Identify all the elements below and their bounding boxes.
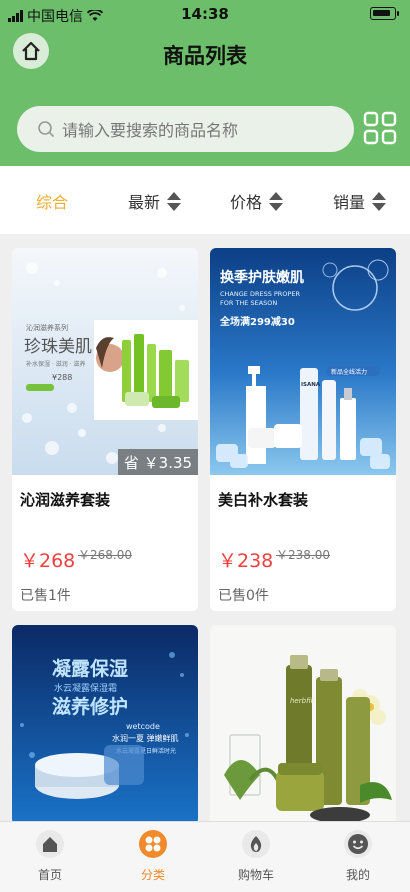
image-brand-text: herbfill [290, 697, 315, 705]
sort-label: 销量 [333, 193, 366, 212]
product-card[interactable]: herbfill [210, 625, 396, 825]
cart-icon [242, 830, 270, 858]
image-line2-text: 水云凝露保湿霜 [54, 682, 117, 694]
image-brand-text: 珍珠美肌 [24, 337, 92, 357]
product-image: herbfill [210, 625, 396, 825]
product-name: 沁润滋养套装 [20, 491, 111, 509]
app-header: 中国电信 14:38 商品列表 请输入要搜索的商品名称 [0, 0, 410, 166]
product-card[interactable]: 沁润滋养系列 珍珠美肌 补水保湿 · 滋润 · 滋养 ¥288 省 ￥3.35 … [12, 248, 198, 611]
image-brand-text: ISANA [301, 382, 321, 388]
discount-badge: 省 ￥3.35 [118, 449, 198, 475]
status-time: 14:38 [181, 5, 229, 23]
image-promo-text: 全场满299减30 [219, 315, 295, 328]
product-image: 换季护肤嫩肌 CHANGE DRESS PROPER FOR THE SEASO… [210, 248, 396, 475]
sort-comprehensive[interactable]: 综合 [36, 188, 68, 214]
home-icon [36, 830, 64, 858]
tab-label: 购物车 [237, 868, 274, 882]
bottom-tab-bar: 首页 分类 购物车 我的 [0, 821, 410, 892]
category-icon [139, 830, 167, 858]
tab-label: 我的 [345, 868, 370, 882]
sort-arrows-icon [269, 191, 284, 211]
image-series-text: 沁润滋养系列 [26, 323, 68, 332]
page-title: 商品列表 [163, 44, 247, 68]
product-card[interactable]: 凝露保湿 水云凝露保湿霜 滋养修护 wetcode 水润一夏 弹嫩鲜肌 水云凝露… [12, 625, 198, 825]
sort-sales[interactable]: 销量 [333, 188, 387, 214]
image-line3-text: 滋养修护 [52, 695, 128, 718]
image-tag-text: 新品全线活力 [331, 368, 367, 376]
battery-icon [370, 7, 399, 20]
image-en1-text: CHANGE DRESS PROPER [220, 290, 300, 298]
product-price: ￥268 [20, 550, 76, 572]
image-en2-text: FOR THE SEASON [220, 299, 277, 307]
grid-view-icon[interactable] [362, 110, 398, 146]
search-placeholder: 请输入要搜索的商品名称 [62, 121, 239, 140]
sold-count: 已售1件 [20, 588, 71, 604]
search-input[interactable]: 请输入要搜索的商品名称 [17, 106, 354, 152]
original-price: ￥268.00 [78, 548, 132, 562]
image-line1-text: 凝露保湿 [52, 657, 128, 680]
sort-bar: 综合 最新 价格 销量 [0, 166, 410, 234]
image-line4-text: 水润一夏 弹嫩鲜肌 [112, 733, 179, 743]
image-headline-text: 换季护肤嫩肌 [220, 269, 304, 286]
tab-label: 首页 [37, 868, 62, 882]
product-image: 沁润滋养系列 珍珠美肌 补水保湿 · 滋润 · 滋养 ¥288 [12, 248, 198, 475]
tab-home[interactable]: 首页 [10, 830, 90, 888]
tab-cart[interactable]: 购物车 [216, 830, 296, 888]
tab-category[interactable]: 分类 [113, 830, 193, 888]
tab-label: 分类 [140, 868, 165, 882]
product-card[interactable]: 换季护肤嫩肌 CHANGE DRESS PROPER FOR THE SEASO… [210, 248, 396, 611]
sort-arrows-icon [167, 191, 182, 211]
search-icon [38, 121, 55, 138]
status-bar: 中国电信 14:38 [0, 0, 410, 30]
smile-icon [344, 830, 372, 858]
product-image: 凝露保湿 水云凝露保湿霜 滋养修护 wetcode 水润一夏 弹嫩鲜肌 水云凝露… [12, 625, 198, 825]
sort-label: 最新 [128, 193, 161, 212]
sort-price[interactable]: 价格 [230, 188, 284, 214]
image-brand-text: wetcode [126, 722, 160, 731]
product-price: ￥238 [218, 550, 274, 572]
product-name: 美白补水套装 [218, 491, 309, 509]
image-sub-text: 补水保湿 · 滋润 · 滋养 [26, 360, 85, 368]
sort-label: 价格 [230, 193, 263, 212]
tab-profile[interactable]: 我的 [318, 830, 398, 888]
sort-label: 综合 [36, 193, 69, 212]
original-price: ￥238.00 [276, 548, 330, 562]
sort-arrows-icon [372, 191, 387, 211]
sort-newest[interactable]: 最新 [128, 188, 182, 214]
sold-count: 已售0件 [218, 588, 269, 604]
image-price-text: ¥288 [52, 373, 72, 382]
